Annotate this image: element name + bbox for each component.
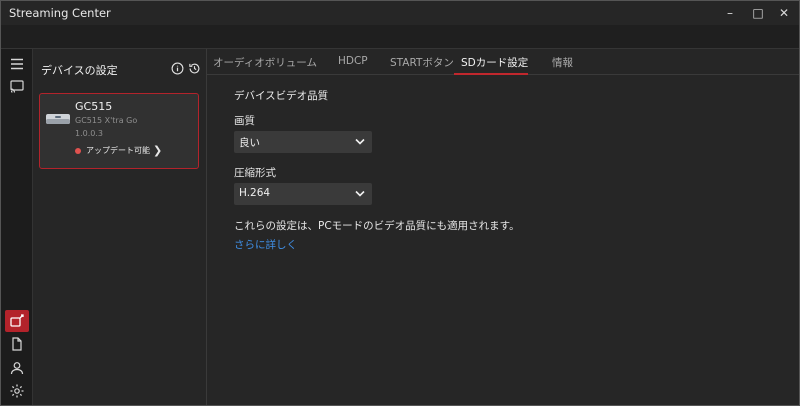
quality-label: 画質 <box>234 115 255 127</box>
tab-info[interactable]: 情報 <box>552 55 573 70</box>
device-panel: デバイスの設定 GC515 GC515 X'tra Go 1.0.0.3 アップ… <box>33 49 207 405</box>
user-icon[interactable] <box>5 357 29 379</box>
capture-device-icon <box>46 114 70 124</box>
compression-select[interactable]: H.264 <box>234 183 372 205</box>
device-settings-icon[interactable] <box>5 310 29 332</box>
chevron-right-icon[interactable]: ❯ <box>153 144 162 157</box>
tab-start-button[interactable]: STARTボタン <box>390 55 454 70</box>
device-model: GC515 X'tra Go <box>75 116 138 125</box>
info-icon[interactable] <box>170 61 184 75</box>
title-bar: Streaming Center – □ ✕ <box>1 1 799 25</box>
quality-value: 良い <box>239 137 260 149</box>
compression-value: H.264 <box>239 187 271 199</box>
update-status: アップデート可能 <box>86 146 150 155</box>
settings-note: これらの設定は、PCモードのビデオ品質にも適用されます。 <box>234 220 520 232</box>
nav-rail <box>1 49 33 405</box>
tab-audio-volume[interactable]: オーディオボリューム <box>213 55 317 70</box>
device-card[interactable]: GC515 GC515 X'tra Go 1.0.0.3 アップデート可能 ❯ <box>39 93 199 169</box>
window-title: Streaming Center <box>9 6 111 20</box>
tab-sd-card[interactable]: SDカード設定 <box>461 55 528 70</box>
minimize-button[interactable]: – <box>715 1 745 25</box>
compression-label: 圧縮形式 <box>234 167 276 179</box>
toolbar-strip <box>1 25 799 49</box>
history-icon[interactable] <box>187 61 201 75</box>
menu-icon[interactable] <box>5 53 29 75</box>
device-version: 1.0.0.3 <box>75 129 103 138</box>
learn-more-link[interactable]: さらに詳しく <box>234 237 297 252</box>
quality-select[interactable]: 良い <box>234 131 372 153</box>
gear-icon[interactable] <box>5 380 29 402</box>
document-icon[interactable] <box>5 333 29 355</box>
settings-content: デバイスビデオ品質 画質 良い 圧縮形式 H.264 これらの設定は、PCモード… <box>207 75 799 405</box>
section-title: デバイスビデオ品質 <box>234 90 329 102</box>
cast-icon[interactable] <box>5 75 29 97</box>
app-window: Streaming Center – □ ✕ デバイスの設定 GC515 GC5… <box>0 0 800 406</box>
device-name: GC515 <box>75 100 113 113</box>
settings-tabs: オーディオボリューム HDCP STARTボタン SDカード設定 情報 <box>207 49 799 75</box>
tab-hdcp[interactable]: HDCP <box>338 55 368 67</box>
chevron-down-icon <box>355 138 365 145</box>
close-button[interactable]: ✕ <box>769 1 799 25</box>
device-panel-title: デバイスの設定 <box>41 64 118 77</box>
chevron-down-icon <box>355 190 365 197</box>
update-status-dot <box>75 148 81 154</box>
